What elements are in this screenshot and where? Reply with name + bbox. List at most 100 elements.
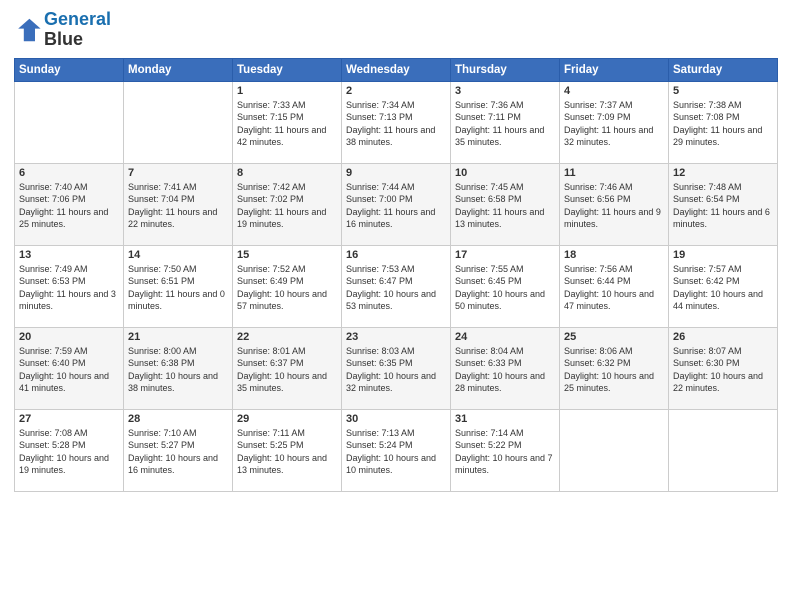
calendar-cell: 15 Sunrise: 7:52 AMSunset: 6:49 PMDaylig…: [233, 245, 342, 327]
day-number: 2: [346, 85, 446, 97]
calendar-week: 27 Sunrise: 7:08 AMSunset: 5:28 PMDaylig…: [15, 409, 778, 491]
calendar-cell: [124, 81, 233, 163]
cell-text: Sunrise: 7:45 AMSunset: 6:58 PMDaylight:…: [455, 181, 555, 231]
header: General Blue: [14, 10, 778, 50]
cell-text: Sunrise: 7:33 AMSunset: 7:15 PMDaylight:…: [237, 99, 337, 149]
calendar-cell: 25 Sunrise: 8:06 AMSunset: 6:32 PMDaylig…: [560, 327, 669, 409]
calendar-cell: 4 Sunrise: 7:37 AMSunset: 7:09 PMDayligh…: [560, 81, 669, 163]
calendar-cell: 6 Sunrise: 7:40 AMSunset: 7:06 PMDayligh…: [15, 163, 124, 245]
day-number: 14: [128, 249, 228, 261]
day-header: Saturday: [669, 58, 778, 81]
day-number: 5: [673, 85, 773, 97]
calendar-cell: 7 Sunrise: 7:41 AMSunset: 7:04 PMDayligh…: [124, 163, 233, 245]
day-number: 4: [564, 85, 664, 97]
cell-text: Sunrise: 8:00 AMSunset: 6:38 PMDaylight:…: [128, 345, 228, 395]
cell-text: Sunrise: 7:34 AMSunset: 7:13 PMDaylight:…: [346, 99, 446, 149]
day-number: 11: [564, 167, 664, 179]
cell-text: Sunrise: 7:40 AMSunset: 7:06 PMDaylight:…: [19, 181, 119, 231]
calendar-cell: [560, 409, 669, 491]
calendar-week: 20 Sunrise: 7:59 AMSunset: 6:40 PMDaylig…: [15, 327, 778, 409]
cell-text: Sunrise: 7:41 AMSunset: 7:04 PMDaylight:…: [128, 181, 228, 231]
cell-text: Sunrise: 7:49 AMSunset: 6:53 PMDaylight:…: [19, 263, 119, 313]
calendar-cell: 21 Sunrise: 8:00 AMSunset: 6:38 PMDaylig…: [124, 327, 233, 409]
cell-text: Sunrise: 7:38 AMSunset: 7:08 PMDaylight:…: [673, 99, 773, 149]
day-number: 21: [128, 331, 228, 343]
calendar-cell: 31 Sunrise: 7:14 AMSunset: 5:22 PMDaylig…: [451, 409, 560, 491]
cell-text: Sunrise: 7:46 AMSunset: 6:56 PMDaylight:…: [564, 181, 664, 231]
day-number: 30: [346, 413, 446, 425]
cell-text: Sunrise: 7:13 AMSunset: 5:24 PMDaylight:…: [346, 427, 446, 477]
calendar-cell: 14 Sunrise: 7:50 AMSunset: 6:51 PMDaylig…: [124, 245, 233, 327]
calendar-cell: 8 Sunrise: 7:42 AMSunset: 7:02 PMDayligh…: [233, 163, 342, 245]
calendar-cell: 13 Sunrise: 7:49 AMSunset: 6:53 PMDaylig…: [15, 245, 124, 327]
cell-text: Sunrise: 8:04 AMSunset: 6:33 PMDaylight:…: [455, 345, 555, 395]
day-number: 13: [19, 249, 119, 261]
calendar-cell: 3 Sunrise: 7:36 AMSunset: 7:11 PMDayligh…: [451, 81, 560, 163]
cell-text: Sunrise: 7:08 AMSunset: 5:28 PMDaylight:…: [19, 427, 119, 477]
day-number: 26: [673, 331, 773, 343]
cell-text: Sunrise: 7:52 AMSunset: 6:49 PMDaylight:…: [237, 263, 337, 313]
calendar-cell: 2 Sunrise: 7:34 AMSunset: 7:13 PMDayligh…: [342, 81, 451, 163]
cell-text: Sunrise: 7:57 AMSunset: 6:42 PMDaylight:…: [673, 263, 773, 313]
day-number: 23: [346, 331, 446, 343]
cell-text: Sunrise: 7:44 AMSunset: 7:00 PMDaylight:…: [346, 181, 446, 231]
day-number: 1: [237, 85, 337, 97]
calendar-cell: 27 Sunrise: 7:08 AMSunset: 5:28 PMDaylig…: [15, 409, 124, 491]
logo-icon: [14, 16, 42, 44]
calendar-cell: 22 Sunrise: 8:01 AMSunset: 6:37 PMDaylig…: [233, 327, 342, 409]
calendar-table: SundayMondayTuesdayWednesdayThursdayFrid…: [14, 58, 778, 492]
logo-text: General Blue: [44, 10, 111, 50]
logo: General Blue: [14, 10, 111, 50]
day-number: 12: [673, 167, 773, 179]
cell-text: Sunrise: 8:06 AMSunset: 6:32 PMDaylight:…: [564, 345, 664, 395]
day-number: 7: [128, 167, 228, 179]
calendar-cell: 1 Sunrise: 7:33 AMSunset: 7:15 PMDayligh…: [233, 81, 342, 163]
calendar-cell: 24 Sunrise: 8:04 AMSunset: 6:33 PMDaylig…: [451, 327, 560, 409]
cell-text: Sunrise: 7:50 AMSunset: 6:51 PMDaylight:…: [128, 263, 228, 313]
cell-text: Sunrise: 7:53 AMSunset: 6:47 PMDaylight:…: [346, 263, 446, 313]
calendar-cell: 17 Sunrise: 7:55 AMSunset: 6:45 PMDaylig…: [451, 245, 560, 327]
day-number: 19: [673, 249, 773, 261]
day-number: 20: [19, 331, 119, 343]
day-number: 9: [346, 167, 446, 179]
day-header: Wednesday: [342, 58, 451, 81]
calendar-cell: 5 Sunrise: 7:38 AMSunset: 7:08 PMDayligh…: [669, 81, 778, 163]
calendar-cell: 18 Sunrise: 7:56 AMSunset: 6:44 PMDaylig…: [560, 245, 669, 327]
page: General Blue SundayMondayTuesdayWednesda…: [0, 0, 792, 612]
day-number: 27: [19, 413, 119, 425]
calendar-cell: 19 Sunrise: 7:57 AMSunset: 6:42 PMDaylig…: [669, 245, 778, 327]
day-header: Monday: [124, 58, 233, 81]
calendar-cell: 12 Sunrise: 7:48 AMSunset: 6:54 PMDaylig…: [669, 163, 778, 245]
calendar-cell: 20 Sunrise: 7:59 AMSunset: 6:40 PMDaylig…: [15, 327, 124, 409]
day-number: 3: [455, 85, 555, 97]
day-number: 15: [237, 249, 337, 261]
calendar-week: 1 Sunrise: 7:33 AMSunset: 7:15 PMDayligh…: [15, 81, 778, 163]
day-header: Thursday: [451, 58, 560, 81]
day-number: 24: [455, 331, 555, 343]
cell-text: Sunrise: 7:14 AMSunset: 5:22 PMDaylight:…: [455, 427, 555, 477]
day-number: 31: [455, 413, 555, 425]
cell-text: Sunrise: 7:10 AMSunset: 5:27 PMDaylight:…: [128, 427, 228, 477]
calendar-cell: 16 Sunrise: 7:53 AMSunset: 6:47 PMDaylig…: [342, 245, 451, 327]
day-number: 28: [128, 413, 228, 425]
cell-text: Sunrise: 7:48 AMSunset: 6:54 PMDaylight:…: [673, 181, 773, 231]
day-header: Tuesday: [233, 58, 342, 81]
calendar-week: 6 Sunrise: 7:40 AMSunset: 7:06 PMDayligh…: [15, 163, 778, 245]
calendar-cell: 10 Sunrise: 7:45 AMSunset: 6:58 PMDaylig…: [451, 163, 560, 245]
cell-text: Sunrise: 8:07 AMSunset: 6:30 PMDaylight:…: [673, 345, 773, 395]
day-number: 6: [19, 167, 119, 179]
calendar-cell: 11 Sunrise: 7:46 AMSunset: 6:56 PMDaylig…: [560, 163, 669, 245]
calendar-cell: [669, 409, 778, 491]
cell-text: Sunrise: 8:01 AMSunset: 6:37 PMDaylight:…: [237, 345, 337, 395]
calendar-cell: 9 Sunrise: 7:44 AMSunset: 7:00 PMDayligh…: [342, 163, 451, 245]
calendar-cell: 29 Sunrise: 7:11 AMSunset: 5:25 PMDaylig…: [233, 409, 342, 491]
day-number: 17: [455, 249, 555, 261]
cell-text: Sunrise: 7:56 AMSunset: 6:44 PMDaylight:…: [564, 263, 664, 313]
calendar-cell: [15, 81, 124, 163]
calendar-week: 13 Sunrise: 7:49 AMSunset: 6:53 PMDaylig…: [15, 245, 778, 327]
calendar-cell: 28 Sunrise: 7:10 AMSunset: 5:27 PMDaylig…: [124, 409, 233, 491]
cell-text: Sunrise: 7:55 AMSunset: 6:45 PMDaylight:…: [455, 263, 555, 313]
day-header: Friday: [560, 58, 669, 81]
header-row: SundayMondayTuesdayWednesdayThursdayFrid…: [15, 58, 778, 81]
day-number: 16: [346, 249, 446, 261]
